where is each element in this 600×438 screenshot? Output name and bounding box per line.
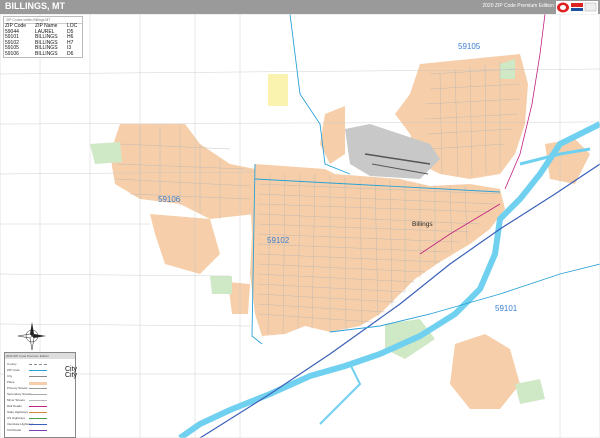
zip-label-59106: 59106 [158, 195, 181, 204]
legend-title: 2020 ZIP Code Premium Edition [5, 353, 75, 359]
zip-name-cell: BILLINGS [35, 50, 58, 57]
map-canvas[interactable] [0, 14, 600, 438]
map-legend: 2020 ZIP Code Premium Edition County ZIP… [4, 352, 77, 438]
zip-label-59101: 59101 [495, 304, 518, 313]
edition-label: 2020 ZIP Code Premium Edition [482, 3, 554, 9]
legend-item: Toll Roads [7, 428, 73, 434]
loc-cell: D6 [66, 50, 74, 57]
zip-cell: 59106 [5, 50, 19, 57]
title-bar: BILLINGS, MT 2020 ZIP Code Premium Editi… [0, 0, 600, 14]
map-title: BILLINGS, MT [5, 1, 65, 11]
zip-label-59105: 59105 [458, 42, 481, 51]
place-area [268, 74, 288, 106]
zip-label-59102: 59102 [267, 236, 290, 245]
zip-code-table: ZIP Codes within Billings MT ZIP Code ZI… [3, 16, 83, 58]
compass-rose-icon: N [18, 322, 46, 350]
city-label-billings: Billings [412, 221, 433, 228]
map-logo-icon [556, 1, 598, 14]
table-row: 59106 BILLINGS D6 [4, 50, 82, 58]
